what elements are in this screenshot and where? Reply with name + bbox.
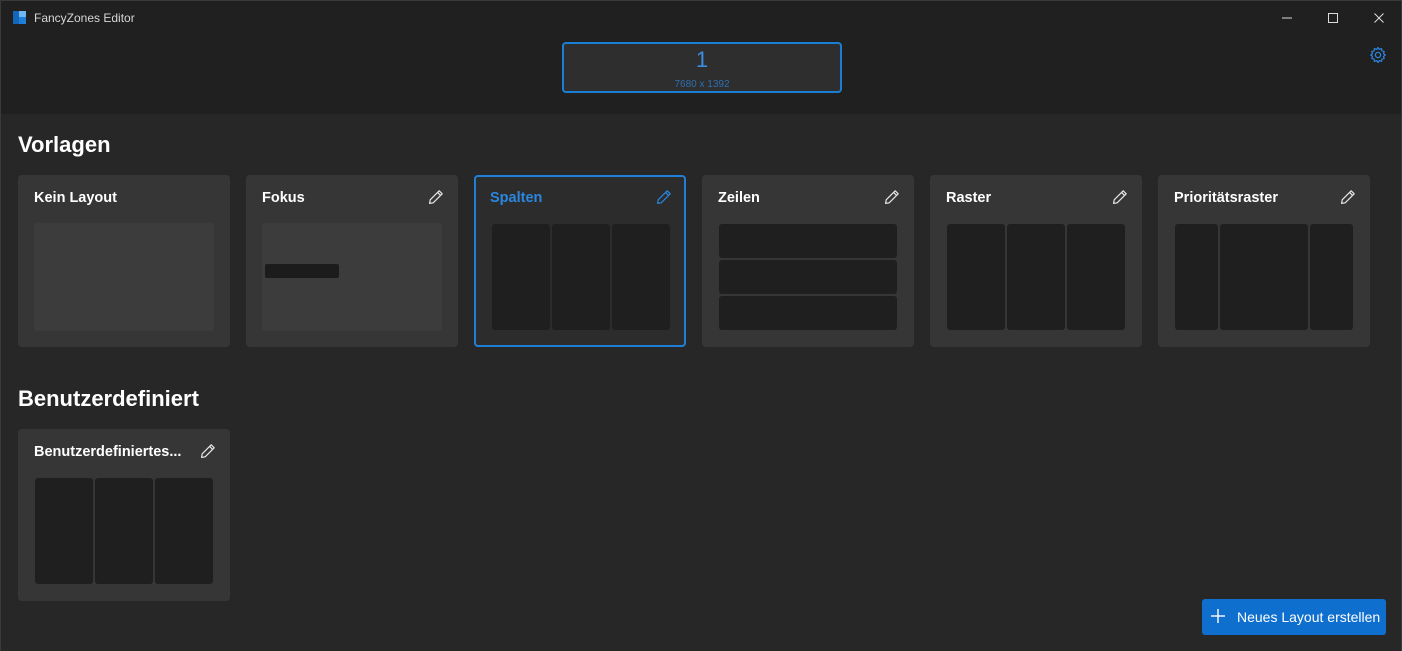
zone: [1220, 224, 1308, 330]
monitor-number: 1: [695, 47, 709, 72]
fancyzones-window: FancyZones Editor 1 7680 x 1392 Vorlagen…: [0, 0, 1402, 651]
edit-pencil-icon[interactable]: [884, 189, 900, 205]
new-layout-label: Neues Layout erstellen: [1237, 609, 1381, 625]
minimize-icon: [1282, 17, 1292, 19]
maximize-button[interactable]: [1310, 1, 1356, 35]
content-area: Vorlagen Kein Layout Fokus Spalten Zeile…: [1, 114, 1401, 651]
template-card-title: Raster: [946, 190, 992, 206]
zone: [1175, 224, 1218, 330]
templates-heading: Vorlagen: [18, 132, 111, 157]
zone: [719, 296, 897, 330]
template-card-title: Fokus: [262, 190, 305, 206]
layout-preview: [34, 477, 214, 585]
template-card-grid[interactable]: Raster: [930, 175, 1142, 347]
empty-preview: [34, 223, 214, 331]
zone: [719, 260, 897, 294]
layout-preview: [1174, 223, 1354, 331]
layout-preview: [490, 223, 670, 331]
new-layout-button[interactable]: Neues Layout erstellen: [1202, 599, 1386, 635]
title-bar[interactable]: FancyZones Editor: [1, 1, 1401, 35]
zone: [1067, 224, 1125, 330]
template-card-columns[interactable]: Spalten: [474, 175, 686, 347]
focus-zone: [265, 264, 339, 278]
zone: [612, 224, 670, 330]
template-card-title: Prioritätsraster: [1174, 190, 1278, 206]
fancyzones-app-icon: [13, 11, 26, 24]
template-card-priority-grid[interactable]: Prioritätsraster: [1158, 175, 1370, 347]
zone: [947, 224, 1005, 330]
template-card-title: Spalten: [490, 190, 543, 206]
layout-preview: [946, 223, 1126, 331]
template-card-rows[interactable]: Zeilen: [702, 175, 914, 347]
close-icon: [1374, 13, 1384, 23]
custom-layout-card[interactable]: Benutzerdefiniertes...: [18, 429, 230, 601]
window-title: FancyZones Editor: [34, 11, 135, 25]
zone: [155, 478, 213, 584]
custom-heading: Benutzerdefiniert: [18, 386, 199, 411]
template-card-focus[interactable]: Fokus: [246, 175, 458, 347]
minimize-button[interactable]: [1264, 1, 1310, 35]
zone: [95, 478, 153, 584]
template-card-none[interactable]: Kein Layout: [18, 175, 230, 347]
edit-pencil-icon[interactable]: [1340, 189, 1356, 205]
plus-icon: [1211, 609, 1225, 623]
template-card-title: Kein Layout: [34, 190, 117, 206]
custom-card-title: Benutzerdefiniertes...: [34, 444, 182, 460]
monitor-strip: 1 7680 x 1392: [1, 35, 1401, 114]
close-button[interactable]: [1356, 1, 1402, 35]
zone: [1007, 224, 1065, 330]
zone: [552, 224, 610, 330]
zone: [719, 224, 897, 258]
edit-pencil-icon[interactable]: [656, 189, 672, 205]
template-card-title: Zeilen: [718, 190, 760, 206]
layout-preview: [34, 223, 214, 331]
monitor-resolution: 7680 x 1392: [674, 79, 730, 90]
zone: [1310, 224, 1353, 330]
zone: [35, 478, 93, 584]
settings-gear-icon[interactable]: [1369, 46, 1387, 64]
edit-pencil-icon[interactable]: [1112, 189, 1128, 205]
monitor-button[interactable]: 1 7680 x 1392: [562, 42, 842, 93]
layout-preview: [262, 223, 442, 331]
edit-pencil-icon[interactable]: [200, 443, 216, 459]
zone: [492, 224, 550, 330]
layout-preview: [718, 223, 898, 331]
maximize-icon: [1328, 13, 1338, 23]
edit-pencil-icon[interactable]: [428, 189, 444, 205]
